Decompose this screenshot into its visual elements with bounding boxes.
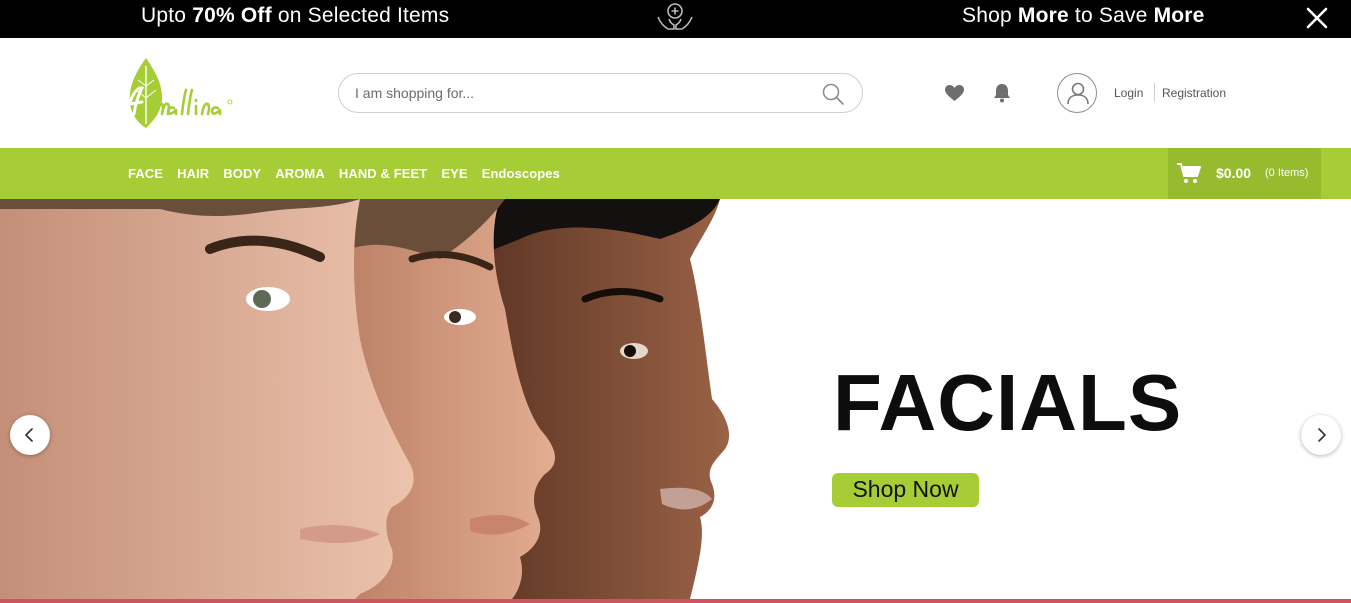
chevron-right-icon (1318, 428, 1326, 442)
bell-icon[interactable] (993, 83, 1011, 103)
search-input[interactable] (355, 82, 815, 104)
slider-next-button[interactable] (1301, 415, 1341, 455)
cart-button[interactable]: $0.00 (0 Items) (1168, 148, 1321, 199)
promo-left-bold: 70% Off (192, 4, 272, 27)
nav-item-aroma[interactable]: AROMA (275, 166, 325, 181)
promo-right-text: Shop More to Save More (962, 4, 1205, 28)
search-icon[interactable] (821, 82, 845, 106)
care-hands-icon (657, 3, 693, 30)
slider-prev-button[interactable] (10, 415, 50, 455)
search-box (338, 73, 863, 113)
nav-item-body[interactable]: BODY (223, 166, 261, 181)
promo-right-prefix: Shop (962, 4, 1018, 27)
promo-left-text: Upto 70% Off on Selected Items (141, 4, 449, 28)
auth-divider (1154, 83, 1155, 102)
user-avatar[interactable] (1057, 73, 1097, 113)
promo-left-suffix: on Selected Items (271, 4, 450, 27)
nav-item-face[interactable]: FACE (128, 166, 163, 181)
login-link[interactable]: Login (1114, 86, 1143, 100)
hero-title: FACIALS (833, 358, 1183, 447)
promo-right-bold-2: More (1153, 4, 1205, 27)
nav-item-hair[interactable]: HAIR (177, 166, 209, 181)
bottom-accent-strip (0, 599, 1351, 603)
cart-total: $0.00 (1216, 165, 1252, 181)
registration-link[interactable]: Registration (1162, 86, 1226, 100)
nav-item-eye[interactable]: EYE (441, 166, 467, 181)
amallina-logo[interactable] (122, 56, 262, 128)
nav-item-hand-feet[interactable]: HAND & FEET (339, 166, 428, 181)
cart-item-count: (0 Items) (1265, 167, 1309, 179)
hero-faces-image (0, 199, 760, 599)
chevron-left-icon (25, 428, 33, 442)
promo-right-bold-1: More (1017, 4, 1069, 27)
heart-icon[interactable] (945, 85, 964, 102)
category-list: FACE HAIR BODY AROMA HAND & FEET EYE End… (128, 148, 574, 199)
category-nav: FACE HAIR BODY AROMA HAND & FEET EYE End… (0, 148, 1351, 199)
close-icon[interactable] (1304, 5, 1330, 31)
hero-slider: FACIALS Shop Now (0, 199, 1351, 599)
user-icon (1067, 82, 1089, 105)
promo-left-prefix: Upto (141, 4, 193, 27)
promo-right-middle: to Save (1068, 4, 1154, 27)
shop-now-button[interactable]: Shop Now (832, 473, 979, 507)
site-header: Login Registration (0, 38, 1351, 148)
nav-item-endoscopes[interactable]: Endoscopes (482, 166, 560, 181)
promo-bar: Upto 70% Off on Selected Items Shop More… (0, 0, 1351, 38)
cart-icon (1177, 163, 1201, 183)
